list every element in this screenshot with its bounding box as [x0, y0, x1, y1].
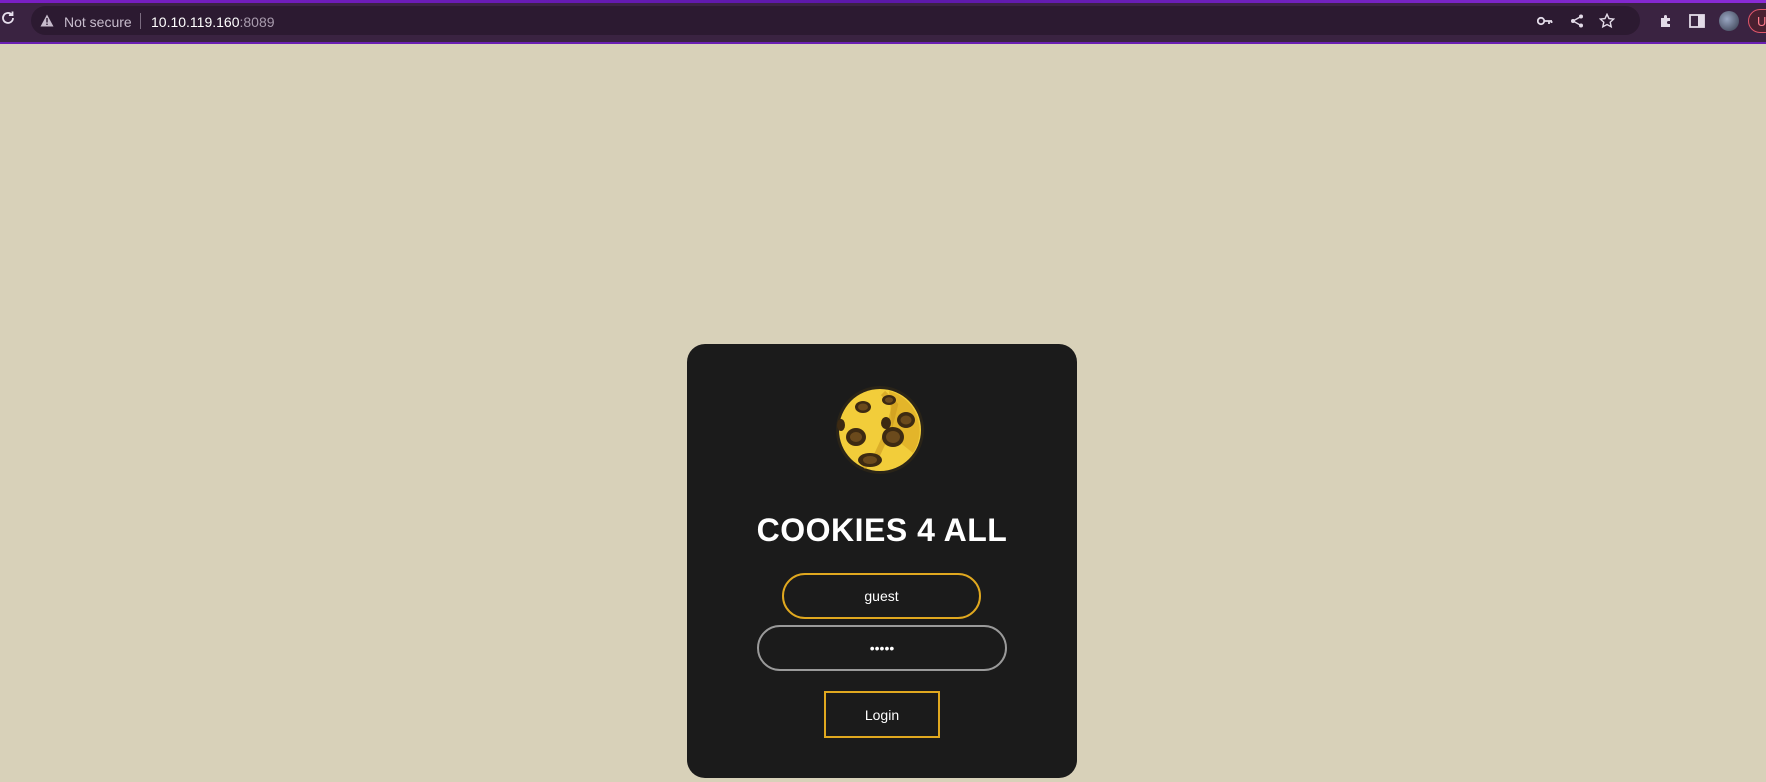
security-status[interactable]: Not secure	[64, 14, 132, 30]
avatar[interactable]	[1719, 11, 1739, 31]
key-icon[interactable]	[1536, 12, 1554, 30]
reload-icon[interactable]	[0, 10, 18, 30]
login-button[interactable]: Login	[824, 691, 940, 738]
url-port: :8089	[239, 14, 275, 30]
profile-chip[interactable]: U	[1748, 9, 1766, 33]
cookie-logo-icon	[833, 385, 927, 475]
url-text[interactable]: 10.10.119.160:8089	[151, 14, 275, 30]
share-icon[interactable]	[1568, 12, 1586, 30]
password-field[interactable]	[757, 625, 1007, 671]
star-icon[interactable]	[1598, 12, 1616, 30]
side-panel-icon[interactable]	[1688, 12, 1706, 30]
warning-icon[interactable]	[40, 14, 54, 27]
login-card: COOKIES 4 ALL Login	[687, 344, 1077, 778]
page-title: COOKIES 4 ALL	[756, 512, 1008, 548]
address-separator	[140, 13, 141, 29]
extensions-icon[interactable]	[1657, 12, 1675, 30]
url-host: 10.10.119.160	[151, 14, 240, 30]
username-field[interactable]	[782, 573, 981, 619]
